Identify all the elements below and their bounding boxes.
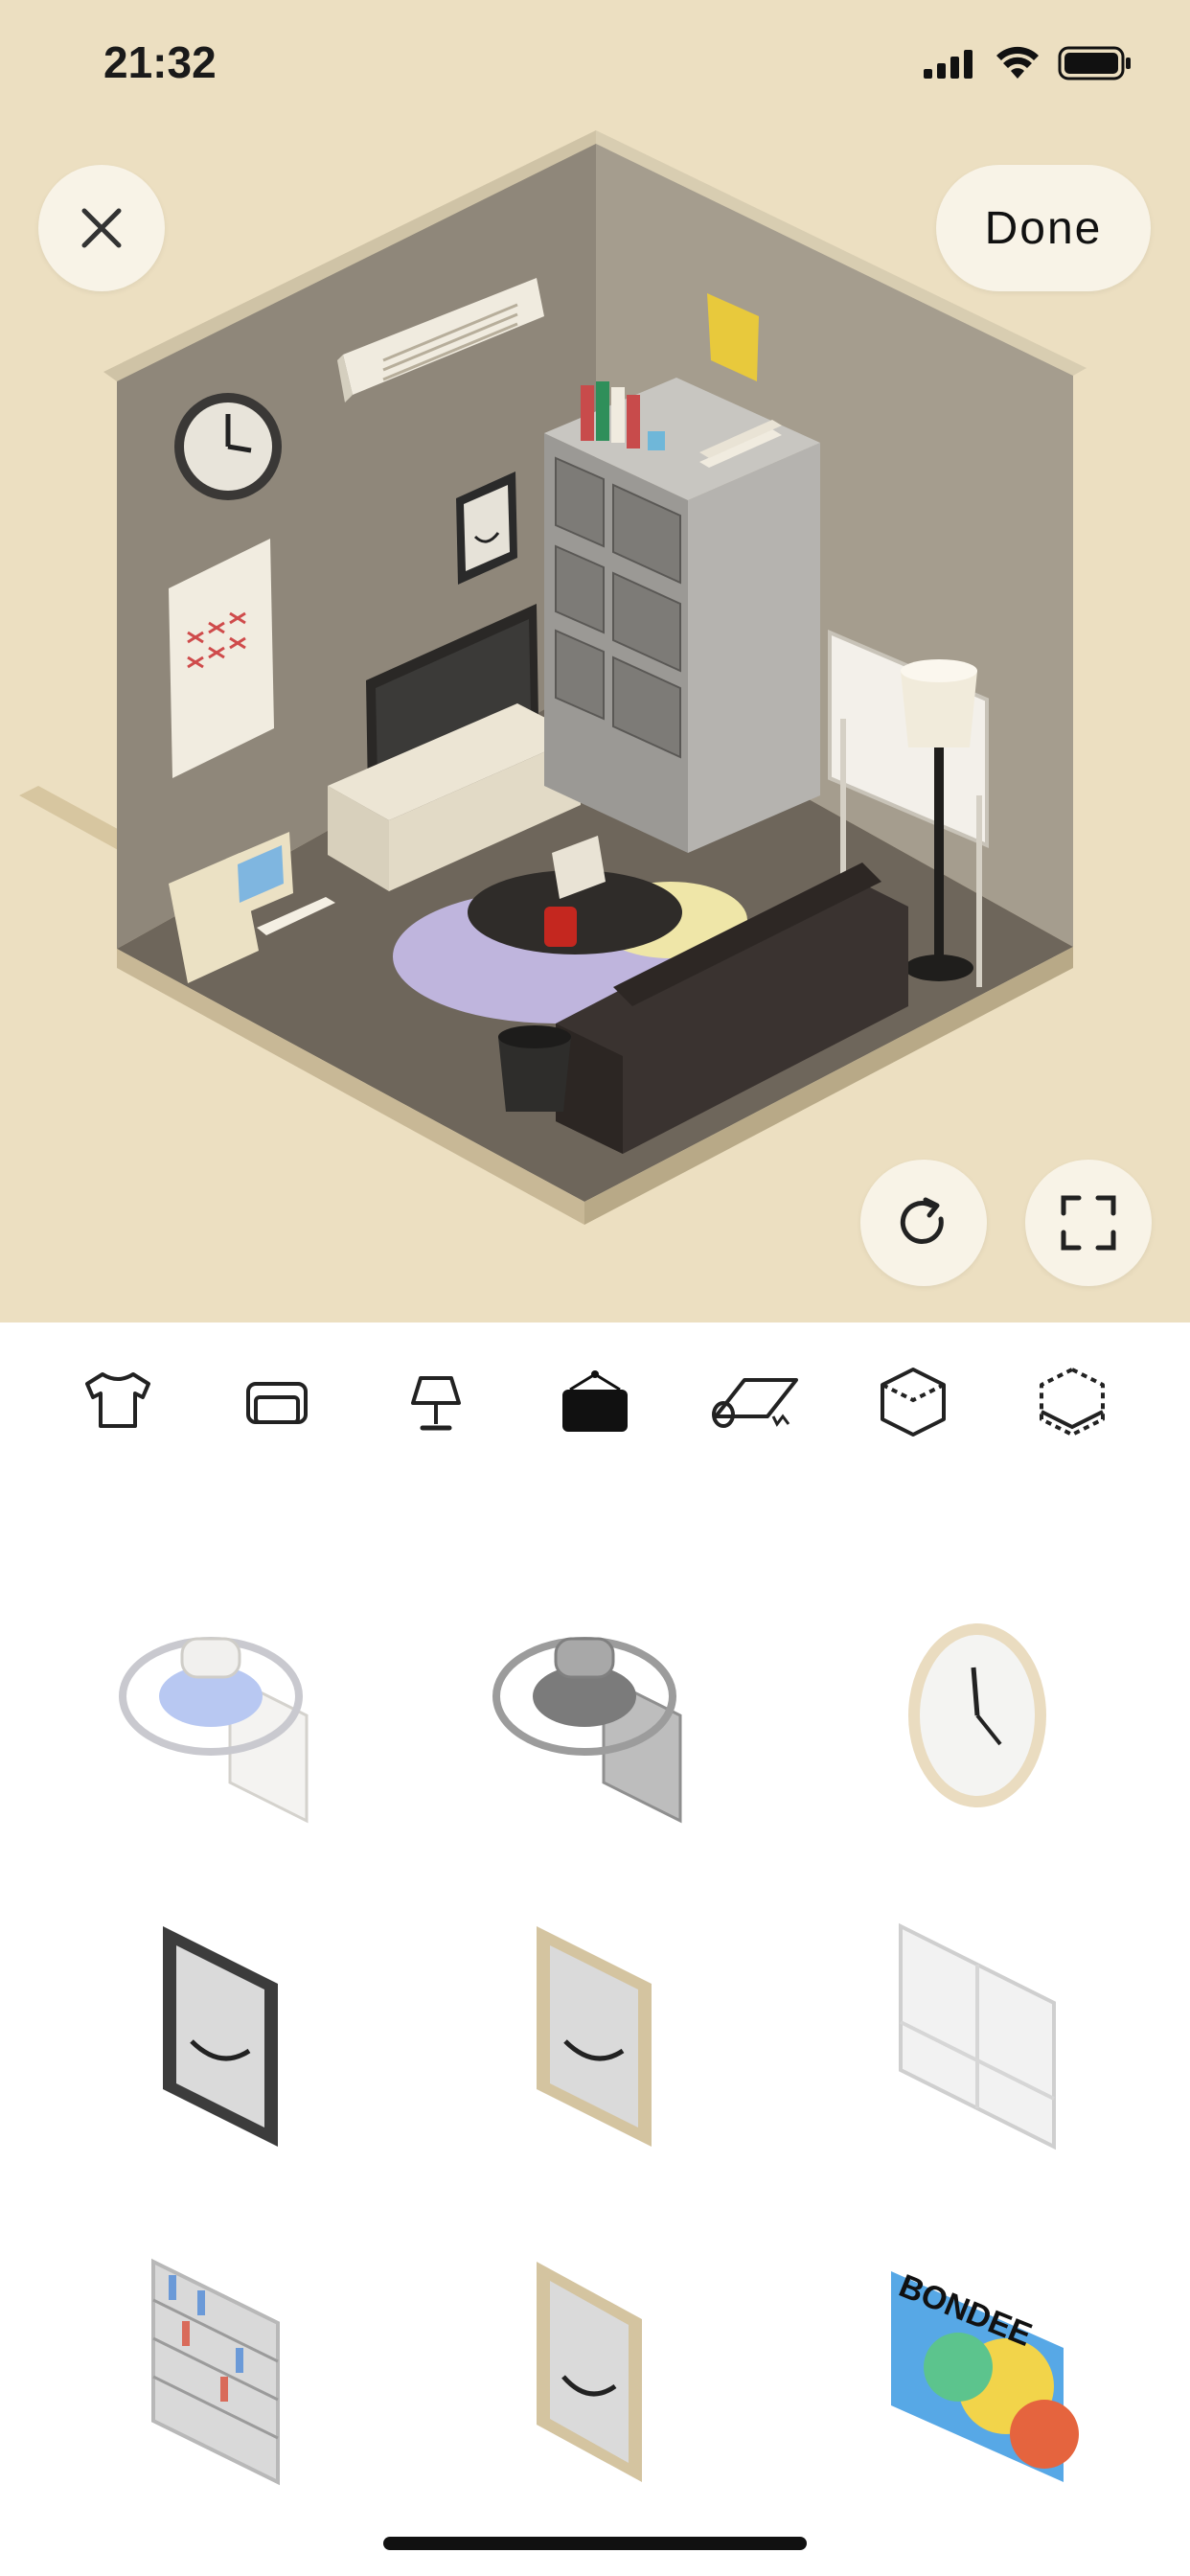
- item-frame-beige-2[interactable]: [450, 2223, 738, 2511]
- wall-fan-gray-icon: [492, 1637, 682, 1824]
- frame-black-icon: [163, 1926, 278, 2147]
- tab-wall-decor[interactable]: [547, 1354, 643, 1450]
- bondee-poster-icon: BONDEE: [891, 2267, 1079, 2482]
- bookshelf-icon: [151, 2258, 280, 2486]
- sofa-icon: [246, 1381, 308, 1424]
- books: [581, 385, 594, 441]
- item-bondee-poster[interactable]: BONDEE: [834, 2223, 1121, 2511]
- frame-beige-icon: [537, 1926, 652, 2147]
- tab-flooring[interactable]: [706, 1354, 802, 1450]
- wall-fan-white-icon: [119, 1637, 309, 1824]
- battery-icon: [1058, 46, 1131, 80]
- item-wall-fan-gray[interactable]: [450, 1572, 738, 1859]
- clock-icon: [908, 1623, 1046, 1807]
- window-blinds-icon: [899, 1922, 1056, 2150]
- category-tabs: [0, 1322, 1190, 1481]
- expand-button[interactable]: [1025, 1160, 1152, 1286]
- tab-lighting[interactable]: [388, 1354, 484, 1450]
- item-grid: BONDEE: [0, 1533, 1190, 2530]
- room-outline-icon: [1040, 1367, 1105, 1437]
- wall-frame-icon: [562, 1369, 628, 1432]
- status-time: 21:32: [103, 37, 217, 87]
- item-wall-clock[interactable]: [834, 1572, 1121, 1859]
- wifi-icon: [996, 46, 1039, 79]
- status-icons: [924, 46, 1133, 80]
- item-frame-black[interactable]: [77, 1888, 364, 2175]
- lamp-icon: [411, 1375, 461, 1430]
- rotate-icon: [900, 1197, 944, 1244]
- tab-clothing[interactable]: [70, 1354, 166, 1450]
- tab-furniture[interactable]: [229, 1354, 325, 1450]
- shirt-icon: [85, 1371, 150, 1428]
- item-wall-fan-white[interactable]: [77, 1572, 364, 1859]
- status-bar: 21:32: [0, 0, 1190, 125]
- tab-room[interactable]: [1024, 1354, 1120, 1450]
- item-frame-beige[interactable]: [450, 1888, 738, 2175]
- expand-icon: [1061, 1195, 1116, 1251]
- item-bookshelf-wall[interactable]: [77, 2223, 364, 2511]
- rug-icon: [712, 1377, 798, 1428]
- signal-icon: [924, 50, 973, 79]
- room-scene[interactable]: [0, 125, 1190, 1236]
- room-stage[interactable]: 21:32 Done: [0, 0, 1190, 1322]
- home-indicator: [383, 2537, 807, 2550]
- frame-beige-2-icon: [537, 2262, 642, 2482]
- item-window-blinds[interactable]: [834, 1888, 1121, 2175]
- floor-icon: [881, 1367, 946, 1437]
- rotate-button[interactable]: [860, 1160, 987, 1286]
- tab-floor[interactable]: [865, 1354, 961, 1450]
